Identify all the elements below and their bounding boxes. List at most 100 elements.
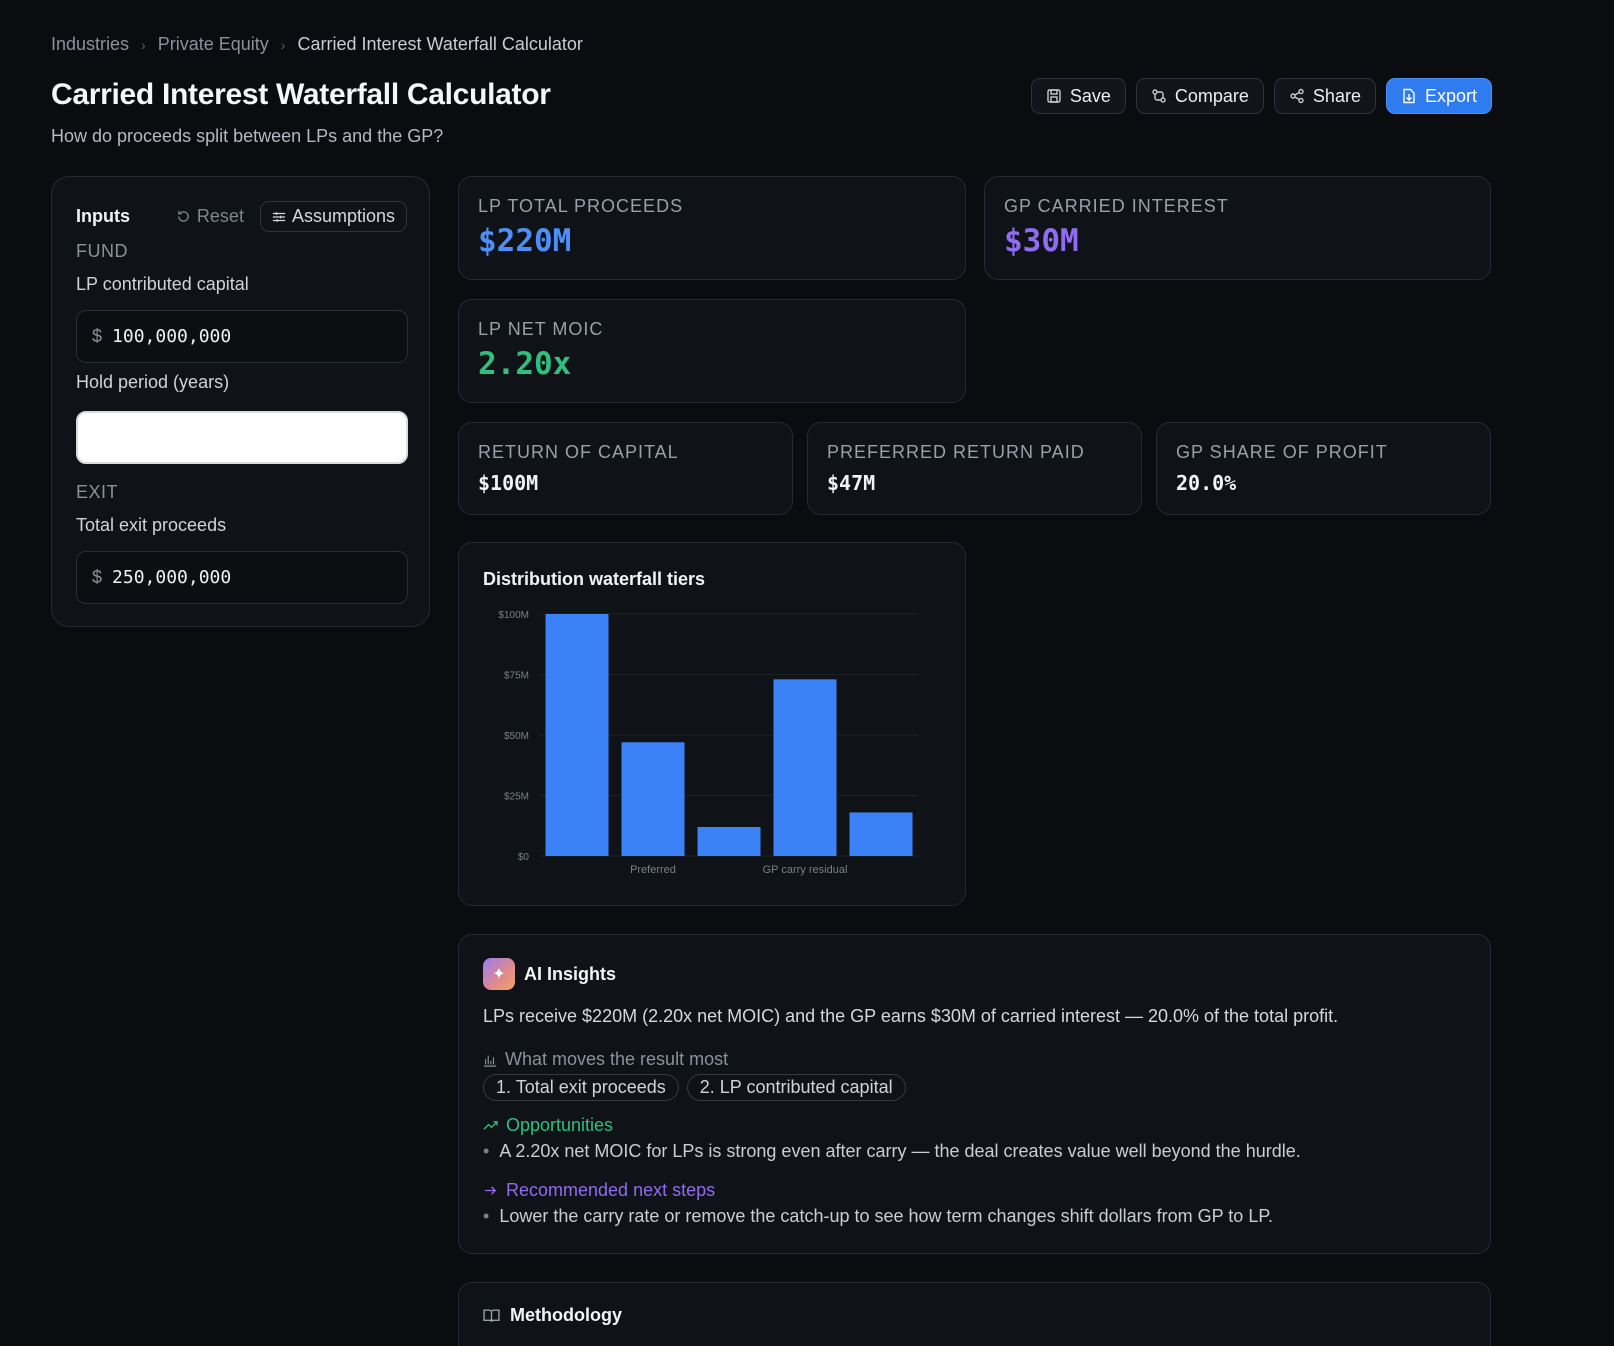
methodology-panel[interactable]: Methodology [458,1282,1491,1346]
save-label: Save [1069,85,1111,106]
driver-chips: 1. Total exit proceeds 2. LP contributed… [483,1074,906,1101]
y-tick-label: $75M [504,671,529,682]
book-icon [483,1309,500,1323]
y-tick-label: $50M [504,731,529,742]
opportunity-text: A 2.20x net MOIC for LPs is strong even … [499,1141,1301,1161]
page-title: Carried Interest Waterfall Calculator [51,78,551,111]
breadcrumb-private-equity[interactable]: Private Equity [158,34,269,55]
share-button[interactable]: Share [1273,78,1376,114]
y-tick-label: $0 [518,852,530,863]
lp-capital-value: 100,000,000 [112,326,232,347]
methodology-title: Methodology [510,1305,622,1325]
exit-proceeds-input[interactable]: $ 250,000,000 [76,551,408,604]
chevron-right-icon: › [280,36,286,53]
hold-period-label: Hold period (years) [76,372,230,392]
fund-section-label: FUND [76,241,128,261]
exit-proceeds-value: 250,000,000 [112,567,232,588]
lp-capital-label: LP contributed capital [76,274,249,294]
opportunities-title: Opportunities [506,1115,614,1135]
opportunities-heading: Opportunities [483,1115,613,1136]
next-steps-heading: Recommended next steps [483,1180,715,1201]
waterfall-chart-card: Distribution waterfall tiers $0 $25M $50M $… [458,542,966,906]
inputs-title: Inputs [76,206,130,226]
header-actions: Save Compare Share Export [1030,78,1492,114]
exit-proceeds-label: Total exit proceeds [76,515,227,535]
compare-button[interactable]: Compare [1135,78,1264,114]
lp-net-moic-card: LP NET MOIC 2.20x [458,299,966,403]
lp-total-proceeds-value: $220M [478,223,572,259]
metric-label: GP SHARE OF PROFIT [1176,442,1388,462]
metric-label: LP NET MOIC [478,319,604,339]
return-of-capital-value: $100M [478,471,539,495]
breadcrumb-current: Carried Interest Waterfall Calculator [297,34,583,54]
exit-section-label: EXIT [76,482,119,502]
sparkle-icon: ✦ [483,958,515,990]
currency-symbol: $ [92,326,103,346]
metric-label: LP TOTAL PROCEEDS [478,196,684,216]
bar [545,614,609,856]
save-button[interactable]: Save [1030,78,1126,114]
preferred-return-value: $47M [827,471,876,495]
bar [697,826,761,856]
y-tick-label: $25M [504,792,529,803]
export-label: Export [1424,85,1477,106]
metric-label: RETURN OF CAPITAL [478,442,679,462]
x-tick-label: Preferred [630,864,676,876]
next-steps-title: Recommended next steps [506,1180,716,1200]
driver-chip[interactable]: 2. LP contributed capital [686,1074,906,1101]
lp-net-moic-value: 2.20x [478,346,572,382]
save-icon [1047,89,1061,103]
ai-insights-panel: ✦ AI Insights LPs receive $220M (2.20x n… [458,934,1491,1254]
bar [773,679,837,856]
breadcrumb-industries[interactable]: Industries [51,34,129,55]
opportunity-item: • A 2.20x net MOIC for LPs is strong eve… [483,1141,1301,1162]
bar-chart-icon [483,1055,497,1067]
page-subtitle: How do proceeds split between LPs and th… [51,126,444,146]
bar [621,742,685,856]
reset-label: Reset [196,206,244,226]
bar [849,812,913,856]
y-tick-label: $100M [498,610,529,621]
inputs-header: Inputs Reset Assumptions [76,201,407,232]
arrow-right-icon [484,1186,497,1195]
hold-period-input[interactable] [76,411,408,464]
ai-summary: LPs receive $220M (2.20x net MOIC) and t… [483,1006,1339,1026]
driver-chip[interactable]: 1. Total exit proceeds [483,1074,679,1101]
assumptions-button[interactable]: Assumptions [259,201,407,232]
waterfall-chart: $0 $25M $50M $75M $100M Preferred GP carry res… [498,610,919,876]
lp-capital-input[interactable]: $ 100,000,000 [76,310,408,363]
assumptions-label: Assumptions [291,206,395,226]
ai-insights-title: AI Insights [524,964,617,984]
reset-button[interactable]: Reset [176,206,244,227]
next-step-item: • Lower the carry rate or remove the cat… [483,1206,1273,1227]
chevron-right-icon: › [141,36,146,53]
gp-carried-interest-card: GP CARRIED INTEREST $30M [984,176,1491,280]
methodology-heading: Methodology [483,1305,622,1326]
drivers-heading: What moves the result most [483,1049,728,1070]
share-icon [1290,88,1304,104]
gp-share-of-profit-value: 20.0% [1176,471,1237,495]
metric-label: GP CARRIED INTEREST [1004,196,1229,216]
next-step-text: Lower the carry rate or remove the catch… [499,1206,1274,1226]
metric-label: PREFERRED RETURN PAID [827,442,1085,462]
gp-share-of-profit-card: GP SHARE OF PROFIT 20.0% [1156,422,1491,515]
export-button[interactable]: Export [1385,78,1492,114]
bullet-icon: • [483,1141,490,1161]
compare-icon [1152,89,1166,103]
lp-total-proceeds-card: LP TOTAL PROCEEDS $220M [458,176,966,280]
preferred-return-card: PREFERRED RETURN PAID $47M [807,422,1142,515]
sliders-icon [272,211,286,222]
trending-up-icon [483,1121,498,1130]
currency-symbol: $ [92,567,103,587]
x-tick-label: GP carry residual [763,864,848,876]
bullet-icon: • [483,1206,490,1226]
drivers-title: What moves the result most [505,1049,729,1069]
file-export-icon [1403,88,1415,104]
share-label: Share [1312,85,1361,106]
reset-icon [178,210,189,222]
breadcrumb: Industries › Private Equity › Carried In… [51,34,583,55]
inputs-panel: Inputs Reset Assumptions FUND LP contrib… [51,176,430,627]
return-of-capital-card: RETURN OF CAPITAL $100M [458,422,793,515]
compare-label: Compare [1174,85,1249,106]
gp-carried-interest-value: $30M [1004,223,1079,259]
